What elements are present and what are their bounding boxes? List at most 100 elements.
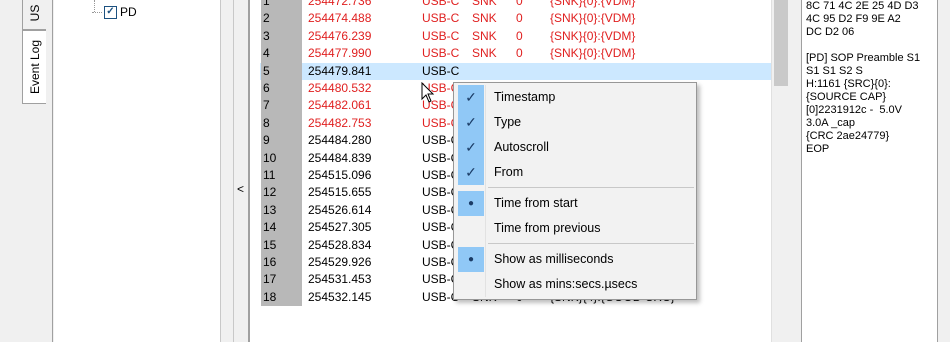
- scrollbar-thumb[interactable]: [774, 0, 788, 86]
- menu-separator: [488, 243, 694, 244]
- menu-item-label: Show as mins:secs.µsecs: [494, 277, 638, 291]
- row-number-cell: 8: [250, 114, 302, 133]
- row-gutter: [250, 288, 260, 307]
- pd-checkbox[interactable]: ✓: [104, 5, 117, 19]
- menu-item[interactable]: ✓ Timestamp: [456, 85, 694, 110]
- detail-line: 8C 71 4C 2E 25 4D D3: [806, 0, 919, 12]
- timestamp-cell: 254477.990: [308, 46, 372, 61]
- role-cell: SNK: [472, 46, 497, 61]
- table-row[interactable]: 2 254474.488 USB-C SNK 0 {SNK}{0}:{VDM}: [250, 10, 771, 28]
- row-gutter: [250, 236, 260, 254]
- menu-item-label: Show as milliseconds: [494, 252, 614, 266]
- port-cell: USB-C: [422, 28, 460, 43]
- menu-item-label: From: [494, 165, 524, 179]
- menu-item[interactable]: ✓ Type: [456, 110, 694, 135]
- row-number-cell: 17: [250, 271, 302, 289]
- row-number: 5: [261, 62, 302, 80]
- timestamp-cell: 254480.532: [308, 81, 372, 95]
- table-row[interactable]: 5 254479.841 USB-C: [250, 62, 771, 80]
- port-cell: USB-C: [422, 11, 460, 26]
- menu-item[interactable]: ✓ From: [456, 160, 694, 185]
- message-cell: {SNK}{0}:{VDM}: [550, 0, 636, 8]
- menu-item[interactable]: ● Show as milliseconds: [456, 247, 694, 272]
- row-number-cell: 3: [250, 27, 302, 46]
- menu-item[interactable]: ✓ Autoscroll: [456, 135, 694, 160]
- timestamp-cell: 254484.839: [308, 150, 372, 165]
- row-gutter: [250, 10, 260, 28]
- tab-event-log[interactable]: Event Log: [22, 30, 46, 104]
- panel-splitter[interactable]: <: [234, 0, 249, 342]
- row-gutter: [250, 62, 260, 80]
- row-number: 8: [261, 114, 302, 133]
- table-scrollbar[interactable]: [771, 0, 789, 342]
- row-number: 14: [261, 219, 302, 237]
- checkmark-icon: ✓: [458, 160, 484, 185]
- detail-line: S1 S1 S2 S: [806, 65, 863, 77]
- detail-line: H:1161 {SRC}{0}:: [806, 78, 891, 90]
- menu-item[interactable]: Show as mins:secs.µsecs: [456, 272, 694, 297]
- row-number-cell: 9: [250, 132, 302, 150]
- row-number: 13: [261, 201, 302, 220]
- tab-us[interactable]: US: [22, 0, 46, 30]
- row-number-cell: 14: [250, 219, 302, 237]
- row-gutter: [250, 254, 260, 272]
- detail-line: 4C 95 D2 F9 9E A2: [806, 13, 901, 25]
- row-number: 2: [261, 10, 302, 28]
- row-number: 6: [261, 80, 302, 98]
- port-cell: USB-C: [422, 46, 460, 61]
- timestamp-cell: 254482.753: [308, 115, 372, 130]
- timestamp-cell: 254526.614: [308, 202, 372, 217]
- vertical-tab-strip: US Event Log: [0, 0, 54, 342]
- row-number-cell: 18: [250, 288, 302, 307]
- checkmark-icon: ✓: [458, 135, 484, 160]
- menu-item[interactable]: ● Time from start: [456, 191, 694, 216]
- row-number: 12: [261, 184, 302, 202]
- checkmark-icon: ✓: [458, 85, 484, 110]
- row-number: 9: [261, 132, 302, 150]
- table-row[interactable]: 1 254472.736 USB-C SNK 0 {SNK}{0}:{VDM}: [250, 0, 771, 11]
- port-cell: USB-C: [422, 0, 460, 8]
- row-number: 18: [261, 288, 302, 307]
- index-cell: 0: [516, 0, 523, 8]
- row-number-cell: 1: [250, 0, 302, 11]
- row-number-cell: 7: [250, 97, 302, 115]
- timestamp-cell: 254474.488: [308, 11, 372, 26]
- row-gutter: [250, 132, 260, 150]
- radio-dot-icon: ●: [458, 247, 484, 272]
- tree-panel: ✓ PD: [54, 0, 220, 342]
- message-cell: {SNK}{0}:{VDM}: [550, 46, 636, 61]
- row-number-cell: 16: [250, 254, 302, 272]
- row-gutter: [250, 149, 260, 167]
- timestamp-cell: 254515.096: [308, 168, 372, 182]
- row-gutter: [250, 97, 260, 115]
- collapse-arrow-icon[interactable]: <: [237, 182, 244, 196]
- row-number-cell: 4: [250, 45, 302, 63]
- menu-item-label: Autoscroll: [494, 140, 549, 154]
- menu-separator: [488, 187, 694, 188]
- mouse-cursor-icon: [421, 82, 435, 103]
- menu-item[interactable]: Time from previous: [456, 216, 694, 241]
- timestamp-cell: 254479.841: [308, 63, 372, 78]
- timestamp-cell: 254476.239: [308, 28, 372, 43]
- message-cell: {SNK}{0}:{VDM}: [550, 11, 636, 26]
- row-number: 4: [261, 45, 302, 63]
- table-row[interactable]: 4 254477.990 USB-C SNK 0 {SNK}{0}:{VDM}: [250, 45, 771, 63]
- row-number-cell: 15: [250, 236, 302, 254]
- menu-item-label: Type: [494, 115, 522, 129]
- table-row[interactable]: 3 254476.239 USB-C SNK 0 {SNK}{0}:{VDM}: [250, 27, 771, 46]
- timestamp-cell: 254472.736: [308, 0, 372, 8]
- row-gutter: [250, 80, 260, 98]
- tree-item-pd[interactable]: ✓ PD: [92, 4, 137, 20]
- timestamp-cell: 254531.453: [308, 272, 372, 287]
- index-cell: 0: [516, 46, 523, 61]
- message-cell: {SNK}{0}:{VDM}: [550, 28, 636, 43]
- detail-line: [0]2231912c - 5.0V: [806, 104, 903, 116]
- tree-scrollbar[interactable]: [220, 0, 234, 342]
- row-number-cell: 6: [250, 80, 302, 98]
- timestamp-cell: 254529.926: [308, 255, 372, 269]
- timestamp-cell: 254528.834: [308, 237, 372, 252]
- tree-item-label: PD: [120, 5, 137, 19]
- port-cell: USB-C: [422, 63, 460, 78]
- detail-line: DC D2 06: [806, 26, 855, 38]
- row-number-cell: 10: [250, 149, 302, 167]
